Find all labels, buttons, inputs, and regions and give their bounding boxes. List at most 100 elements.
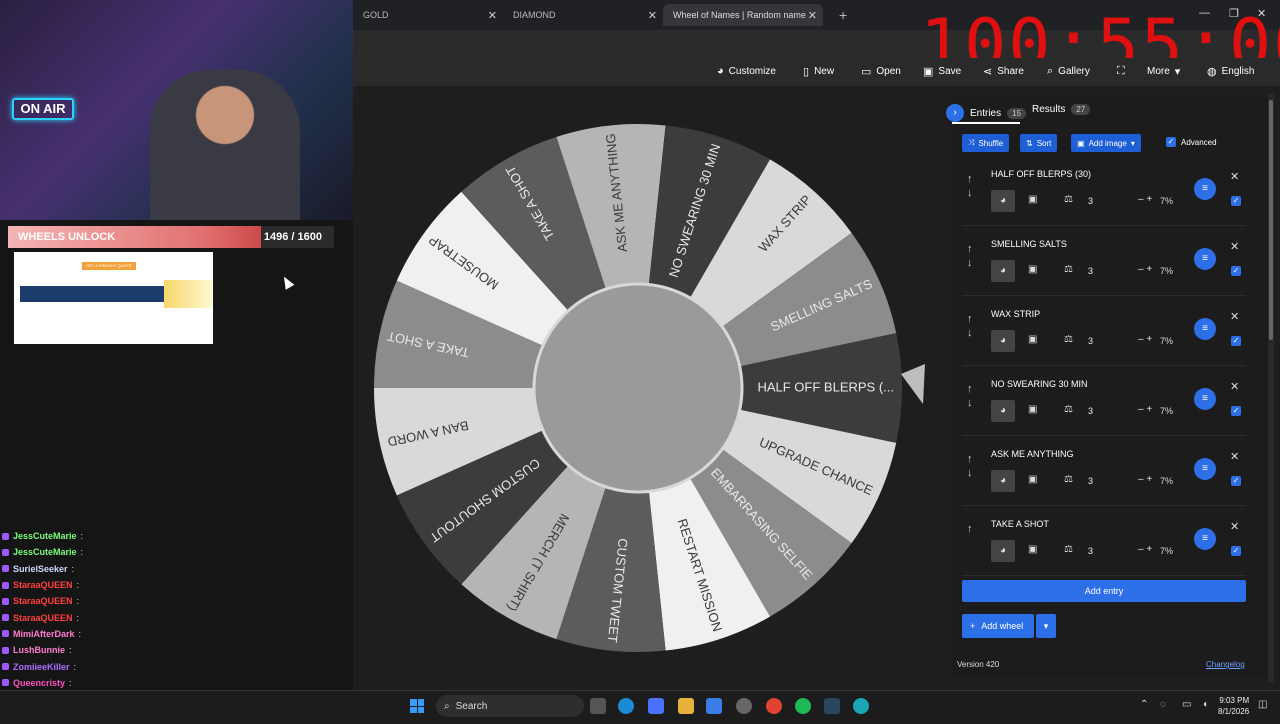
minus-icon[interactable]: – xyxy=(1138,474,1144,485)
entry-weight[interactable]: 3 xyxy=(1088,336,1093,346)
plus-icon[interactable]: + xyxy=(1146,544,1152,555)
close-icon[interactable]: ✕ xyxy=(1230,520,1239,533)
entry-name[interactable]: HALF OFF BLERPS (30) xyxy=(991,169,1091,179)
palette-icon[interactable]: ◕ xyxy=(991,470,1015,492)
arrow-down-icon[interactable]: ↓ xyxy=(967,256,973,270)
tune-icon[interactable]: ≡ xyxy=(1194,318,1216,340)
windows-start-icon[interactable] xyxy=(410,699,424,713)
chat-username[interactable]: MimiAfterDark xyxy=(13,629,75,639)
arrow-down-icon[interactable]: ↓ xyxy=(967,186,973,200)
network-icon[interactable]: ◌ xyxy=(1160,699,1166,710)
weight-stepper[interactable]: – + xyxy=(1138,194,1152,205)
palette-icon[interactable]: ◕ xyxy=(991,260,1015,282)
tab-gold[interactable]: GOLD ✕ xyxy=(353,4,503,26)
entry-checkbox[interactable]: ✓ xyxy=(1231,330,1241,348)
plus-icon[interactable]: + xyxy=(1146,194,1152,205)
entry-checkbox[interactable]: ✓ xyxy=(1231,400,1241,418)
add-image-button[interactable]: ▣ Add image ▾ xyxy=(1071,134,1141,152)
new-button[interactable]: ▯ New xyxy=(803,65,834,78)
checkbox-icon[interactable]: ✓ xyxy=(1231,266,1241,276)
add-wheel-dropdown[interactable]: ▾ xyxy=(1036,614,1056,638)
scrollbar-thumb[interactable] xyxy=(1269,100,1273,340)
chat-username[interactable]: StaraaQUEEN xyxy=(13,596,73,606)
close-icon[interactable]: ✕ xyxy=(1230,170,1239,183)
chevron-right-icon[interactable]: › xyxy=(946,104,964,122)
entry-name[interactable]: ASK ME ANYTHING xyxy=(991,449,1074,459)
image-icon[interactable]: ▣ xyxy=(1028,264,1037,275)
arrow-up-icon[interactable]: ↑ xyxy=(967,242,973,256)
tab-wheel-of-names[interactable]: Wheel of Names | Random name ✕ xyxy=(663,4,823,26)
arrow-up-icon[interactable]: ↑ xyxy=(967,312,973,326)
close-icon[interactable]: ✕ xyxy=(1230,310,1239,323)
notification-icon[interactable]: ◫ xyxy=(1258,699,1267,710)
weight-stepper[interactable]: – + xyxy=(1138,474,1152,485)
customize-button[interactable]: ◕ Customize xyxy=(717,65,776,77)
close-icon[interactable]: ✕ xyxy=(1230,450,1239,463)
image-icon[interactable]: ▣ xyxy=(1028,474,1037,485)
chat-username[interactable]: JessCuteMarie xyxy=(13,531,77,541)
volume-icon[interactable]: ◖ xyxy=(1202,699,1208,710)
entry-name[interactable]: SMELLING SALTS xyxy=(991,239,1067,249)
plus-icon[interactable]: + xyxy=(1146,334,1152,345)
image-icon[interactable]: ▣ xyxy=(1028,404,1037,415)
chrome-icon[interactable] xyxy=(766,698,782,714)
weight-stepper[interactable]: – + xyxy=(1138,334,1152,345)
wheel[interactable]: HALF OFF BLERPS (...UPGRADE CHANCEEMBARR… xyxy=(353,86,943,690)
edge-dev-icon[interactable] xyxy=(853,698,869,714)
task-view-icon[interactable] xyxy=(590,698,606,714)
tune-icon[interactable]: ≡ xyxy=(1194,248,1216,270)
copilot-icon[interactable] xyxy=(648,698,664,714)
palette-icon[interactable]: ◕ xyxy=(991,400,1015,422)
add-wheel-button[interactable]: + Add wheel xyxy=(962,614,1034,638)
entry-name[interactable]: NO SWEARING 30 MIN xyxy=(991,379,1088,389)
checkbox-icon[interactable]: ✓ xyxy=(1231,336,1241,346)
share-button[interactable]: ⋖ Share xyxy=(983,65,1024,78)
checkbox-icon[interactable]: ✓ xyxy=(1166,137,1176,147)
fullscreen-button[interactable]: ⛶ xyxy=(1117,65,1125,78)
minus-icon[interactable]: – xyxy=(1138,334,1144,345)
checkbox-icon[interactable]: ✓ xyxy=(1231,196,1241,206)
sort-button[interactable]: ⇅ Sort xyxy=(1020,134,1058,152)
weight-stepper[interactable]: – + xyxy=(1138,404,1152,415)
reorder-arrows[interactable]: ↑ ↓ xyxy=(967,382,973,410)
image-icon[interactable]: ▣ xyxy=(1028,334,1037,345)
more-button[interactable]: More ▾ xyxy=(1147,65,1180,78)
checkbox-icon[interactable]: ✓ xyxy=(1231,546,1241,556)
reorder-arrows[interactable]: ↑ ↓ xyxy=(967,452,973,480)
reorder-arrows[interactable]: ↑ ↓ xyxy=(967,172,973,200)
tune-icon[interactable]: ≡ xyxy=(1194,458,1216,480)
arrow-up-icon[interactable]: ↑ xyxy=(967,382,973,396)
minus-icon[interactable]: – xyxy=(1138,264,1144,275)
chat-username[interactable]: LushBunnie xyxy=(13,645,65,655)
minus-icon[interactable]: – xyxy=(1138,404,1144,415)
settings-icon[interactable] xyxy=(736,698,752,714)
arrow-down-icon[interactable]: ↓ xyxy=(967,396,973,410)
spotify-icon[interactable] xyxy=(795,698,811,714)
chat-username[interactable]: SurielSeeker xyxy=(13,564,68,574)
entry-weight[interactable]: 3 xyxy=(1088,406,1093,416)
plus-icon[interactable]: + xyxy=(1146,404,1152,415)
open-button[interactable]: ▭ Open xyxy=(861,65,901,78)
image-icon[interactable]: ▣ xyxy=(1028,544,1037,555)
image-icon[interactable]: ▣ xyxy=(1028,194,1037,205)
palette-icon[interactable]: ◕ xyxy=(991,540,1015,562)
palette-icon[interactable]: ◕ xyxy=(991,330,1015,352)
gallery-button[interactable]: ⌕ Gallery xyxy=(1047,65,1090,78)
weight-stepper[interactable]: – + xyxy=(1138,544,1152,555)
plus-icon[interactable]: + xyxy=(1146,474,1152,485)
chat-username[interactable]: ZomiieeKiller xyxy=(13,662,70,672)
minus-icon[interactable]: – xyxy=(1138,544,1144,555)
tune-icon[interactable]: ≡ xyxy=(1194,528,1216,550)
chat-username[interactable]: StaraaQUEEN xyxy=(13,613,73,623)
reorder-arrows[interactable]: ↑ ↓ xyxy=(967,312,973,340)
close-icon[interactable]: ✕ xyxy=(808,9,817,22)
shuffle-button[interactable]: ⤨ Shuffle xyxy=(962,134,1010,152)
chat-username[interactable]: StaraaQUEEN xyxy=(13,580,73,590)
chevron-up-icon[interactable]: ⌃ xyxy=(1140,699,1148,710)
tune-icon[interactable]: ≡ xyxy=(1194,388,1216,410)
chat-username[interactable]: JessCuteMarie xyxy=(13,547,77,557)
entry-weight[interactable]: 3 xyxy=(1088,546,1093,556)
advanced-toggle[interactable]: ✓ Advanced xyxy=(1166,137,1217,147)
minus-icon[interactable]: – xyxy=(1138,194,1144,205)
taskbar-clock[interactable]: 9:03 PM 8/1/2026 xyxy=(1218,695,1249,717)
